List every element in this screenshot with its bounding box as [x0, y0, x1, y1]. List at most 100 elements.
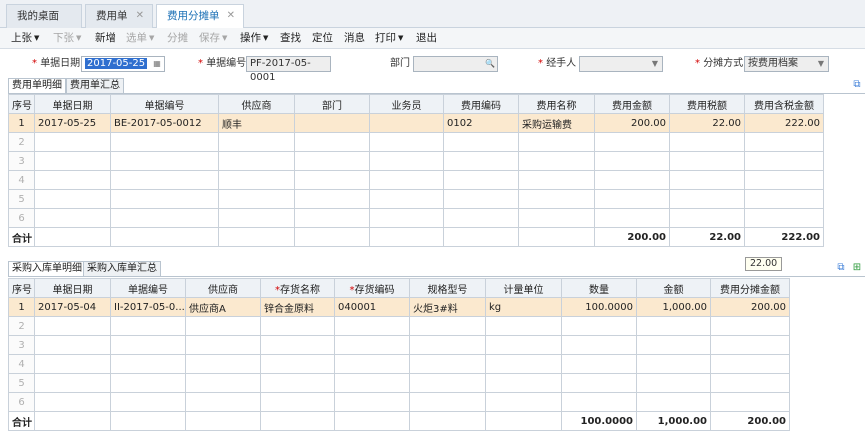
table-cell[interactable]	[369, 208, 444, 228]
table-cell[interactable]: kg	[485, 297, 562, 317]
column-header[interactable]: 费用金额	[594, 94, 670, 114]
table-cell[interactable]	[334, 354, 410, 374]
table-cell[interactable]	[260, 373, 335, 393]
column-header[interactable]: 单据日期	[34, 278, 111, 298]
table-cell[interactable]	[710, 354, 790, 374]
tab-inbound-detail[interactable]: 采购入库单明细	[8, 261, 86, 276]
column-header[interactable]: *存货编码	[334, 278, 410, 298]
table-cell[interactable]	[636, 392, 711, 412]
table-cell[interactable]	[409, 354, 486, 374]
tab-expense-bill[interactable]: 费用单 ✕	[85, 4, 153, 28]
table-cell[interactable]: 1,000.00	[636, 297, 711, 317]
table-cell[interactable]	[710, 335, 790, 355]
table-cell[interactable]: 锌合金原料	[260, 297, 335, 317]
table-cell[interactable]: 2017-05-25	[34, 113, 111, 133]
table-cell[interactable]	[260, 335, 335, 355]
table-cell[interactable]	[561, 354, 637, 374]
table-cell[interactable]	[669, 170, 745, 190]
table-cell[interactable]	[744, 170, 824, 190]
table-cell[interactable]	[334, 373, 410, 393]
table-cell[interactable]	[294, 189, 370, 209]
table-cell[interactable]	[594, 189, 670, 209]
table-cell[interactable]	[409, 316, 486, 336]
table-cell[interactable]: 22.00	[669, 113, 745, 133]
table-cell[interactable]	[369, 132, 444, 152]
table-cell[interactable]	[594, 151, 670, 171]
column-header[interactable]: 费用编码	[443, 94, 519, 114]
table-row[interactable]: 6	[8, 208, 824, 228]
table-cell[interactable]	[443, 151, 519, 171]
chevron-down-icon[interactable]: ▼	[814, 57, 828, 71]
column-header[interactable]: 费用名称	[518, 94, 595, 114]
table-cell[interactable]	[518, 189, 595, 209]
chevron-down-icon[interactable]: ▼	[648, 57, 662, 71]
table-cell[interactable]	[710, 316, 790, 336]
column-header[interactable]: 费用税额	[669, 94, 745, 114]
table-cell[interactable]: 2017-05-04	[34, 297, 111, 317]
table-cell[interactable]	[369, 189, 444, 209]
table-row[interactable]: 5	[8, 373, 790, 393]
print-button[interactable]: 打印 ▼	[375, 31, 403, 45]
table-cell[interactable]	[594, 170, 670, 190]
table-cell[interactable]	[518, 132, 595, 152]
table-cell[interactable]	[185, 354, 261, 374]
table-cell[interactable]	[485, 373, 562, 393]
table-cell[interactable]	[518, 170, 595, 190]
table-cell[interactable]	[669, 151, 745, 171]
table-cell[interactable]	[334, 392, 410, 412]
table-cell[interactable]	[669, 132, 745, 152]
table-cell[interactable]: BE-2017-05-0012	[110, 113, 219, 133]
table-cell[interactable]	[485, 335, 562, 355]
close-icon[interactable]: ✕	[136, 5, 144, 27]
table-cell[interactable]	[561, 335, 637, 355]
table-cell[interactable]	[110, 316, 186, 336]
table-row[interactable]: 1 2017-05-25 BE-2017-05-0012 顺丰 0102 采购运…	[8, 113, 824, 133]
column-header[interactable]: 费用分摊金额	[710, 278, 790, 298]
tab-expense-summary[interactable]: 费用单汇总	[66, 78, 124, 93]
table-cell[interactable]	[669, 208, 745, 228]
table-cell[interactable]	[110, 132, 219, 152]
table-cell[interactable]: II-2017-05-0...	[110, 297, 186, 317]
table-cell[interactable]	[744, 189, 824, 209]
tab-inbound-summary[interactable]: 采购入库单汇总	[83, 261, 161, 276]
calendar-icon[interactable]: ▦	[150, 57, 164, 71]
table-cell[interactable]	[369, 170, 444, 190]
table-cell[interactable]	[369, 151, 444, 171]
table-cell[interactable]: 200.00	[594, 113, 670, 133]
table-row[interactable]: 2	[8, 316, 790, 336]
column-header[interactable]: 数量	[561, 278, 637, 298]
table-cell[interactable]	[636, 354, 711, 374]
table-cell[interactable]	[561, 316, 637, 336]
table-cell[interactable]	[485, 354, 562, 374]
table-cell[interactable]	[110, 189, 219, 209]
table-cell[interactable]	[518, 208, 595, 228]
table-cell[interactable]	[34, 132, 111, 152]
table-cell[interactable]: 200.00	[710, 297, 790, 317]
table-cell[interactable]	[185, 316, 261, 336]
new-button[interactable]: 新增	[95, 31, 116, 45]
table-cell[interactable]	[218, 132, 295, 152]
table-cell[interactable]	[443, 208, 519, 228]
column-header[interactable]: 单据日期	[34, 94, 111, 114]
table-cell[interactable]	[34, 392, 111, 412]
message-button[interactable]: 消息	[344, 31, 365, 45]
table-row[interactable]: 4	[8, 354, 790, 374]
dept-field[interactable]: 🔍	[413, 56, 498, 72]
column-header[interactable]: 业务员	[369, 94, 444, 114]
column-header[interactable]: 费用含税金额	[744, 94, 824, 114]
date-field[interactable]: 2017-05-25 ▦	[81, 56, 165, 72]
table-cell[interactable]	[443, 170, 519, 190]
prev-button[interactable]: 上张 ▼	[11, 31, 39, 45]
column-header[interactable]: 金额	[636, 278, 711, 298]
table-cell[interactable]	[518, 151, 595, 171]
table-cell[interactable]	[409, 392, 486, 412]
table-cell[interactable]	[294, 151, 370, 171]
operate-button[interactable]: 操作 ▼	[240, 31, 268, 45]
table-cell[interactable]	[636, 316, 711, 336]
column-header[interactable]: 供应商	[185, 278, 261, 298]
table-cell[interactable]	[185, 373, 261, 393]
table-cell[interactable]: 222.00	[744, 113, 824, 133]
search-icon[interactable]: 🔍	[483, 57, 497, 71]
column-header[interactable]: 单据编号	[110, 94, 219, 114]
table-cell[interactable]	[185, 392, 261, 412]
